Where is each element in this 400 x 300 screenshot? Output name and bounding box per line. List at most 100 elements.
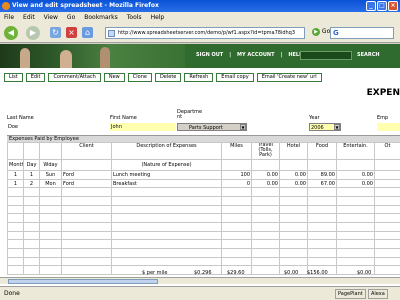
first-name-label: First Name xyxy=(110,115,137,121)
year-label: Year xyxy=(309,115,320,121)
header-values: Doe John Parts Support ▼ 2006 ▼ xyxy=(7,123,400,132)
refresh-button[interactable]: Refresh xyxy=(184,73,214,82)
menu-go[interactable]: Go xyxy=(67,12,75,23)
site-search-input[interactable] xyxy=(300,51,352,60)
scrollbar-thumb[interactable] xyxy=(8,279,158,284)
cell-wday[interactable]: Mon xyxy=(39,178,62,189)
hotel-total: $0.00 xyxy=(284,270,299,276)
url-text: http://www.spreadsheetserver.com/demo/p/… xyxy=(118,30,296,36)
window-title: View and edit spreadsheet - Mozilla Fire… xyxy=(12,2,159,9)
home-icon[interactable]: ⌂ xyxy=(82,27,93,38)
col-client: Client xyxy=(61,141,112,161)
reload-icon[interactable]: ↻ xyxy=(50,27,61,38)
site-banner: SIGN OUT | MY ACCOUNT | HELP SEARCH xyxy=(0,44,400,68)
menu-bookmarks[interactable]: Bookmarks xyxy=(84,12,118,23)
status-text: Done xyxy=(4,290,20,297)
menu-tools[interactable]: Tools xyxy=(127,12,142,23)
pageplant-button[interactable]: PagePlant xyxy=(335,289,366,299)
search-engine-input[interactable]: G xyxy=(330,27,394,39)
cell-wday[interactable]: Sun xyxy=(39,170,62,180)
sign-out-link[interactable]: SIGN OUT xyxy=(196,52,223,58)
table-row xyxy=(7,256,400,267)
menu-help[interactable]: Help xyxy=(151,12,165,23)
forward-icon[interactable]: ▶ xyxy=(26,26,40,40)
delete-button[interactable]: Delete xyxy=(154,73,182,82)
minimize-icon[interactable]: _ xyxy=(366,1,376,11)
table-row: 1 2 Mon Ford Breakfast 0 0.00 0.00 67.00… xyxy=(7,178,400,189)
stop-icon[interactable]: × xyxy=(66,27,77,38)
clone-button[interactable]: Clone xyxy=(127,73,152,82)
go-arrow-icon: ▶ xyxy=(312,28,320,36)
col-description: Description of Expenses xyxy=(111,141,222,161)
table-row xyxy=(7,247,400,258)
department-value: Parts Support xyxy=(189,125,223,131)
close-icon[interactable]: × xyxy=(388,1,398,11)
cell-travel[interactable]: 0.00 xyxy=(251,170,280,180)
expense-grid: Client Description of Expenses Miles Tra… xyxy=(7,141,400,275)
cell-month[interactable]: 1 xyxy=(7,178,24,189)
cell-description[interactable]: Lunch meeting xyxy=(111,170,222,180)
maximize-icon[interactable]: □ xyxy=(377,1,387,11)
cell-miles[interactable]: 100 xyxy=(221,170,252,180)
edit-button[interactable]: Edit xyxy=(25,73,46,82)
table-row xyxy=(7,221,400,232)
email-copy-button[interactable]: Email copy xyxy=(216,73,254,82)
cell-day[interactable]: 2 xyxy=(23,178,40,189)
col-hotel: Hotel xyxy=(279,141,308,161)
section-title: Expenses Paid by Employee xyxy=(7,135,400,142)
horizontal-scrollbar[interactable] xyxy=(0,277,400,284)
col-month: Month xyxy=(7,159,24,172)
email-create-new-url-button[interactable]: Email 'Create new' url xyxy=(256,73,322,82)
page-icon xyxy=(108,30,115,37)
cell-travel[interactable]: 0.00 xyxy=(251,178,280,189)
my-account-link[interactable]: MY ACCOUNT xyxy=(237,52,274,58)
cell-entertain[interactable]: 0.00 xyxy=(336,178,375,189)
first-name-field[interactable]: John xyxy=(110,123,176,131)
col-nature: (Nature of Expense) xyxy=(111,159,222,172)
per-mile-value: $0.296 xyxy=(194,270,212,276)
go-button[interactable]: ▶ Go xyxy=(312,28,330,36)
cell-day[interactable]: 1 xyxy=(23,170,40,180)
menu-view[interactable]: View xyxy=(44,12,58,23)
department-select[interactable]: Parts Support ▼ xyxy=(177,123,247,131)
cell-hotel[interactable]: 0.00 xyxy=(279,178,308,189)
last-name-field[interactable]: Doe xyxy=(7,123,107,131)
cell-miles[interactable]: 0 xyxy=(221,178,252,189)
firefox-icon xyxy=(2,2,10,10)
list-button[interactable]: List xyxy=(4,73,23,82)
window-titlebar: View and edit spreadsheet - Mozilla Fire… xyxy=(0,0,400,12)
google-icon: G xyxy=(333,29,339,37)
banner-photo xyxy=(0,44,185,68)
browser-toolbar: ◀ ▶ ↻ × ⌂ http://www.spreadsheetserver.c… xyxy=(0,23,400,43)
cell-client[interactable]: Ford xyxy=(61,178,112,189)
department-label: Departme nt xyxy=(177,109,203,120)
new-button[interactable]: New xyxy=(103,73,125,82)
comment-attach-button[interactable]: Comment/Attach xyxy=(48,73,101,82)
header-labels: Last Name First Name Departme nt Year Em… xyxy=(7,108,400,121)
window-controls: _ □ × xyxy=(366,1,398,11)
chevron-down-icon: ▼ xyxy=(240,124,246,130)
alexa-button[interactable]: Alexa xyxy=(368,289,388,299)
year-select[interactable]: 2006 ▼ xyxy=(309,123,341,131)
menu-file[interactable]: File xyxy=(4,12,14,23)
employee-field[interactable] xyxy=(377,123,400,131)
cell-food[interactable]: 89.00 xyxy=(307,170,337,180)
employee-label: Emp xyxy=(377,115,389,121)
cell-hotel[interactable]: 0.00 xyxy=(279,170,308,180)
cell-description[interactable]: Breakfast xyxy=(111,178,222,189)
col-entertain: Entertain. xyxy=(336,141,375,161)
table-row xyxy=(7,204,400,215)
url-bar[interactable]: http://www.spreadsheetserver.com/demo/p/… xyxy=(105,27,305,39)
status-bar: Done PagePlant Alexa xyxy=(0,286,400,300)
menu-edit[interactable]: Edit xyxy=(23,12,35,23)
site-search-button[interactable]: SEARCH xyxy=(357,52,380,58)
cell-month[interactable]: 1 xyxy=(7,170,24,180)
back-icon[interactable]: ◀ xyxy=(4,26,18,40)
last-name-label: Last Name xyxy=(7,115,34,121)
cell-food[interactable]: 67.00 xyxy=(307,178,337,189)
cell-entertain[interactable]: 0.00 xyxy=(336,170,375,180)
table-row: 1 1 Sun Ford Lunch meeting 100 0.00 0.00… xyxy=(7,170,400,180)
page-content: List Edit Comment/Attach New Clone Delet… xyxy=(0,68,400,286)
banner-separator: | xyxy=(280,52,283,58)
cell-client[interactable]: Ford xyxy=(61,170,112,180)
